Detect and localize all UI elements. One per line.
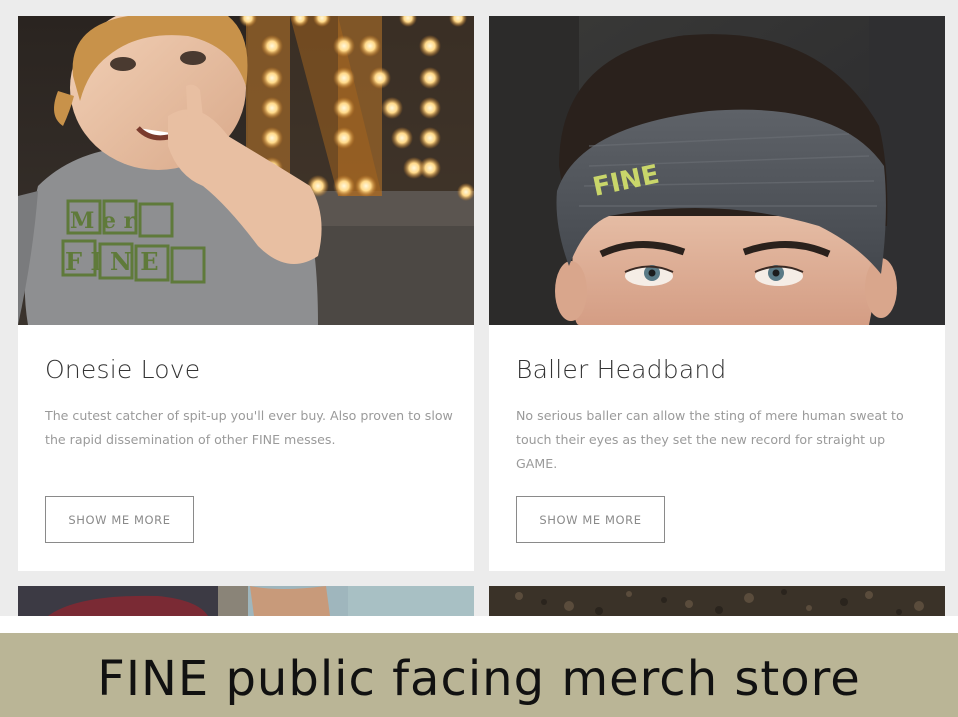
product-description: The cutest catcher of spit-up you'll eve… [45, 408, 453, 447]
product-card-onesie[interactable]: M e r F I N E Onesie Love The cutest cat… [18, 16, 474, 571]
onesie-photo: M e r F I N E [18, 16, 474, 325]
product-image-headband[interactable]: FINE [489, 16, 945, 325]
product-title[interactable]: Baller Headband [516, 355, 726, 384]
headband-photo: FINE [489, 16, 945, 325]
product-card-peek-right[interactable] [489, 586, 945, 616]
banner-divider [0, 616, 958, 633]
product-image-onesie[interactable]: M e r F I N E [18, 16, 474, 325]
product-image-peek-left [18, 586, 474, 616]
caption-banner: FINE public facing merch store [0, 633, 958, 717]
page: M e r F I N E Onesie Love The cutest cat… [0, 0, 958, 717]
product-image-peek-right [489, 586, 945, 616]
shirt-print-top: M e r [70, 208, 136, 234]
show-more-button[interactable]: SHOW ME MORE [516, 496, 665, 543]
product-card-headband[interactable]: FINE Baller Headband No serious baller c [489, 16, 945, 571]
show-more-button[interactable]: SHOW ME MORE [45, 496, 194, 543]
product-card-peek-left[interactable] [18, 586, 474, 616]
shirt-print-fine: F I N E [65, 247, 159, 276]
product-grid: M e r F I N E Onesie Love The cutest cat… [0, 0, 958, 616]
product-description: No serious baller can allow the sting of… [516, 408, 904, 471]
product-title[interactable]: Onesie Love [45, 355, 200, 384]
banner-caption: FINE public facing merch store [97, 651, 861, 707]
